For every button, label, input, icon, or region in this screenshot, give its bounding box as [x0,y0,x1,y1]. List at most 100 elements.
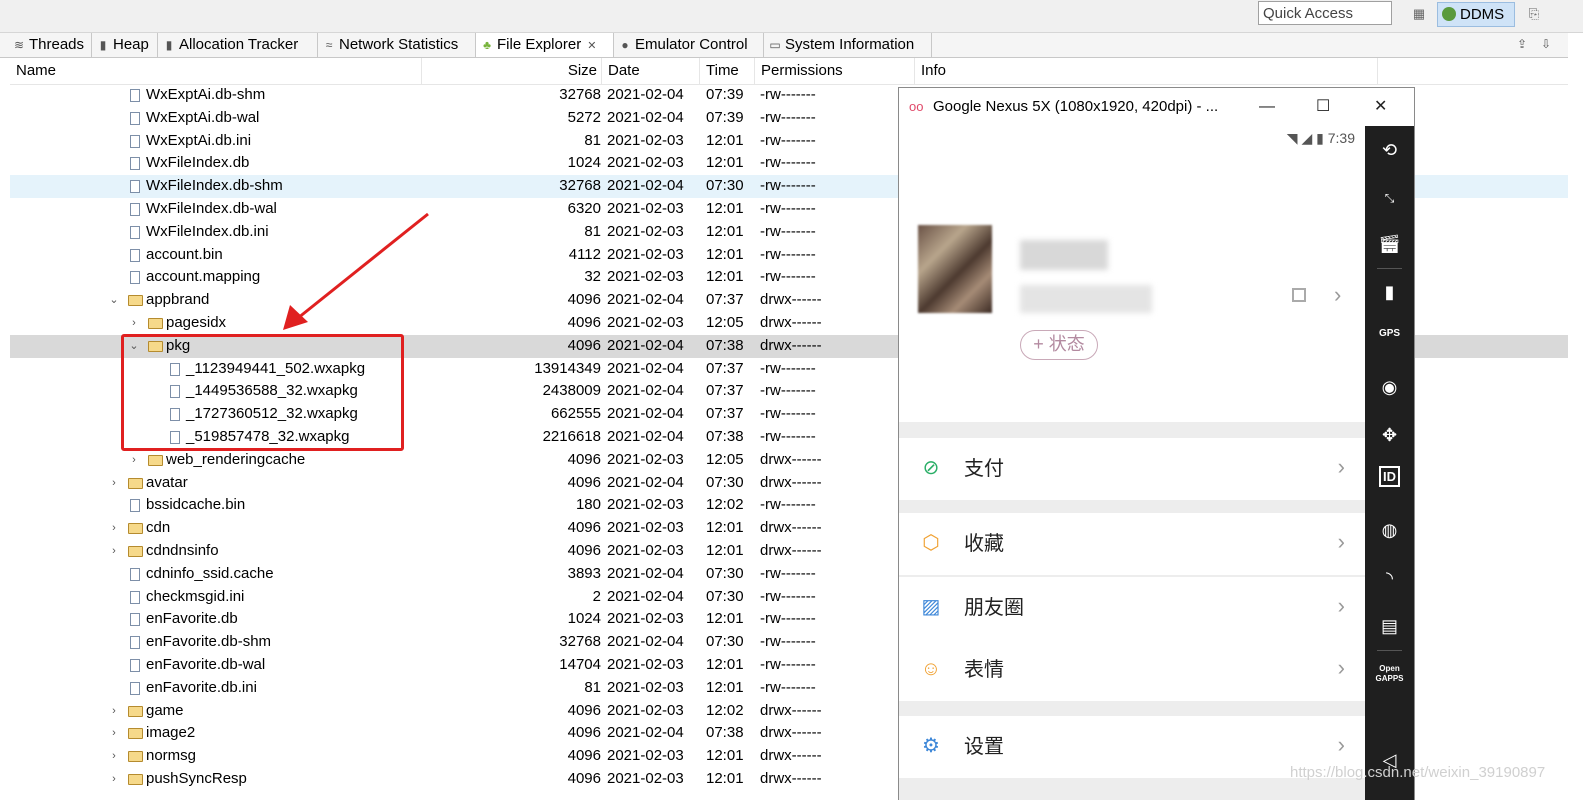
file-time: 12:01 [706,541,744,559]
file-date: 2021-02-03 [607,222,684,240]
clapper-icon[interactable]: 🎬︎ [1365,226,1414,262]
menu-item-stickers[interactable]: ☺ 表情 › [899,639,1365,701]
file-time: 12:01 [706,268,744,286]
file-size: 4096 [567,747,601,765]
qr-code-icon[interactable] [1292,288,1306,302]
push-file-icon[interactable]: ⇪ [1514,36,1530,52]
emulator-logo-icon: oo [909,99,924,114]
rotate-icon[interactable]: ⟲ [1365,132,1414,168]
column-name[interactable]: Name [10,58,422,84]
sms-icon[interactable]: ▤ [1365,608,1414,644]
allocation-icon: ▮ [165,38,173,52]
file-permissions: -rw------- [760,177,816,195]
file-size: 4096 [567,450,601,468]
file-date: 2021-02-03 [607,701,684,719]
tab-allocation-tracker[interactable]: ▮ Allocation Tracker [158,33,318,57]
file-permissions: drwx------ [760,747,822,765]
camera-icon[interactable]: ◉ [1365,369,1414,405]
file-date: 2021-02-03 [607,450,684,468]
file-icon [130,202,140,216]
file-name: pushSyncResp [146,769,247,787]
file-date: 2021-02-04 [607,405,684,423]
emulator-title: Google Nexus 5X (1080x1920, 420dpi) - ..… [933,98,1219,115]
id-icon[interactable]: ID [1365,465,1414,501]
chevron-right-icon[interactable]: › [108,768,120,791]
column-time[interactable]: Time [700,58,755,84]
chevron-down-icon[interactable]: ⌄ [108,289,120,312]
file-permissions: -rw------- [760,633,816,651]
file-name: enFavorite.db-wal [146,655,266,673]
ddms-perspective-button[interactable]: DDMS [1437,2,1515,27]
file-icon [130,180,140,194]
file-date: 2021-02-04 [607,359,684,377]
file-date: 2021-02-04 [607,564,684,582]
chevron-right-icon[interactable]: › [128,449,140,472]
open-perspective-icon[interactable]: ▦ [1410,5,1428,23]
file-name: image2 [146,724,196,742]
close-icon[interactable]: ✕ [1374,88,1387,126]
menu-item-favorites[interactable]: ⬡ 收藏 › [899,513,1365,575]
quick-access-input[interactable]: Quick Access [1258,1,1392,25]
moments-photo-icon: ▨ [921,596,941,618]
file-time: 12:02 [706,496,744,514]
file-time: 07:37 [706,405,744,423]
file-size: 2438009 [542,382,601,400]
minimize-icon[interactable]: — [1259,88,1275,126]
profile-card[interactable]: ◥ ◢ ▮ 7:39 › + 状态 [899,126,1365,422]
one-to-one-icon[interactable]: ⤡ [1365,180,1414,216]
chevron-right-icon[interactable]: › [108,540,120,563]
column-date[interactable]: Date [602,58,700,84]
tab-network-statistics[interactable]: ≈ Network Statistics [318,33,476,57]
file-size: 180 [575,496,601,514]
pull-file-icon[interactable]: ⇩ [1538,36,1554,52]
file-permissions: -rw------- [760,199,816,217]
add-status-button[interactable]: + 状态 [1020,330,1098,360]
maximize-icon[interactable]: ☐ [1316,88,1330,126]
file-date: 2021-02-04 [607,724,684,742]
file-name: account.mapping [146,268,261,286]
rss-icon[interactable]: ◝ [1365,560,1414,596]
column-info[interactable]: Info [915,58,1378,84]
emulator-titlebar[interactable]: oo Google Nexus 5X (1080x1920, 420dpi) -… [899,88,1414,126]
column-permissions[interactable]: Permissions [755,58,915,84]
chevron-right-icon[interactable]: › [108,700,120,723]
favorites-cube-icon: ⬡ [922,532,940,554]
chevron-right-icon[interactable]: › [108,472,120,495]
tab-threads[interactable]: ≋ Threads [8,33,92,57]
chevron-right-icon[interactable]: › [108,517,120,540]
file-icon [130,157,140,171]
avatar[interactable] [918,225,992,313]
file-name: cdn [146,519,171,537]
file-size: 5272 [567,108,601,126]
heap-icon: ▮ [99,38,107,52]
file-size: 4096 [567,519,601,537]
file-size: 4096 [567,701,601,719]
dpad-icon[interactable]: ✥ [1365,417,1414,453]
media-icon[interactable]: ◍ [1365,512,1414,548]
file-time: 12:01 [706,610,744,628]
tab-emulator-control[interactable]: ● Emulator Control [614,33,764,57]
gps-icon[interactable]: GPS [1365,322,1414,358]
file-icon [130,636,140,650]
column-size[interactable]: Size [422,58,602,84]
opengapps-icon[interactable]: Open GAPPS [1365,658,1414,694]
file-permissions: -rw------- [760,86,816,103]
chevron-right-icon: › [1337,732,1345,757]
chevron-right-icon[interactable]: › [108,745,120,768]
chevron-right-icon[interactable]: › [108,722,120,745]
menu-item-pay[interactable]: ⊘ 支付 › [899,438,1365,500]
menu-item-moments[interactable]: ▨ 朋友圈 › [899,577,1365,639]
file-time: 07:39 [706,86,744,103]
tab-system-information[interactable]: ▭ System Information [764,33,932,57]
battery-icon[interactable]: ▮ [1365,274,1414,310]
tab-heap[interactable]: ▮ Heap [92,33,158,57]
tab-file-explorer[interactable]: ♣ File Explorer ✕ [476,33,614,57]
file-name: web_renderingcache [166,450,306,468]
chevron-right-icon[interactable]: › [128,312,140,335]
file-size: 2 [592,587,601,605]
close-tab-icon[interactable]: ✕ [587,40,596,52]
file-time: 07:30 [706,587,744,605]
file-name: avatar [146,473,188,491]
file-icon [130,613,140,627]
java-perspective-icon[interactable]: ⎘ [1525,5,1543,23]
